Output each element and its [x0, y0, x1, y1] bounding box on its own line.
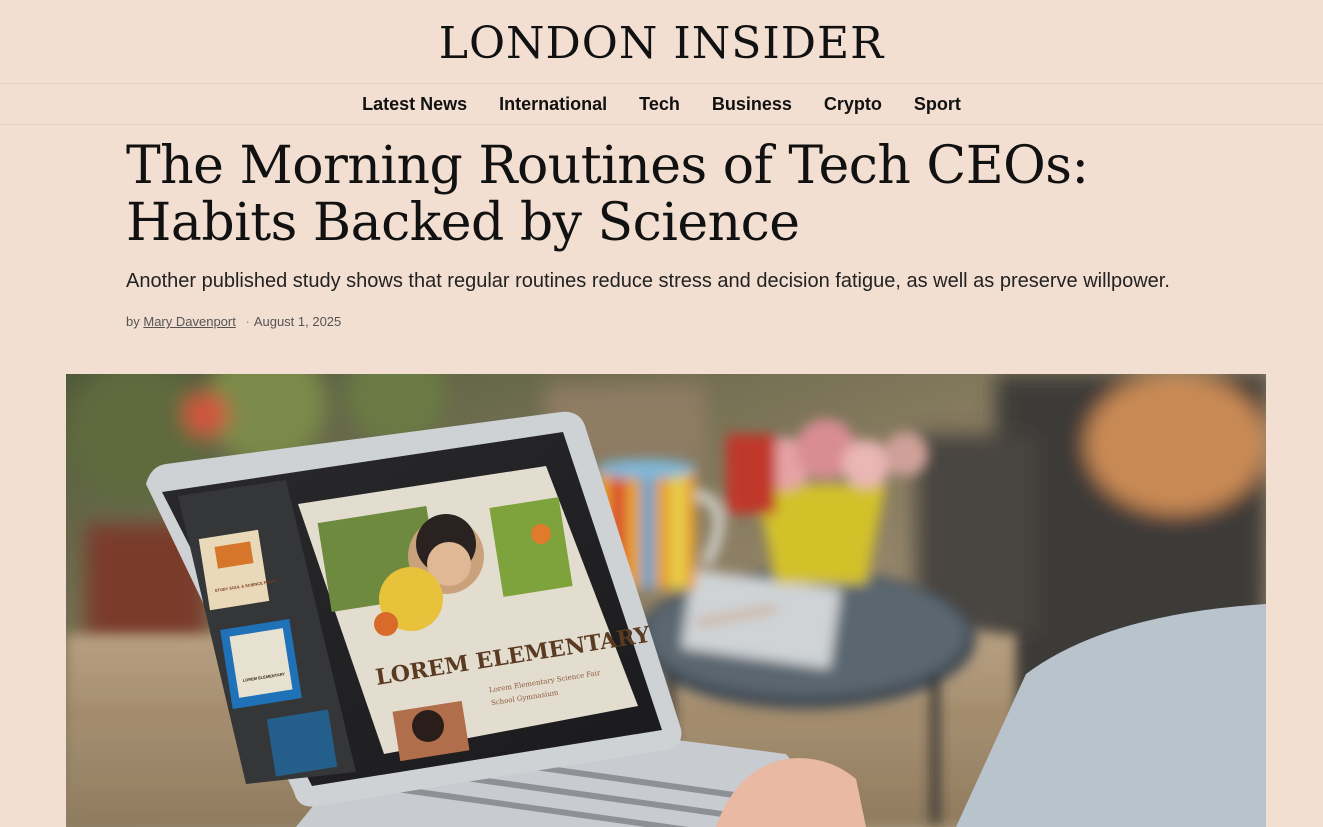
site-logo[interactable]: LONDON INSIDER — [439, 18, 885, 69]
hero-photo-laptop: LOREM ELEMENTARY Lorem Elementary Scienc… — [66, 374, 1266, 827]
main-nav: Latest News International Tech Business … — [0, 84, 1323, 125]
byline: by Mary Davenport · August 1, 2025 — [126, 314, 1186, 329]
nav-item-business[interactable]: Business — [696, 94, 808, 115]
article-headline: The Morning Routines of Tech CEOs: Habit… — [126, 136, 1089, 253]
nav-item-international[interactable]: International — [483, 94, 623, 115]
author-link[interactable]: Mary Davenport — [143, 314, 235, 329]
byline-prefix: by — [126, 314, 140, 329]
nav-item-sport[interactable]: Sport — [898, 94, 977, 115]
masthead: LONDON INSIDER — [0, 0, 1323, 84]
hero-image: LOREM ELEMENTARY Lorem Elementary Scienc… — [66, 374, 1266, 827]
article-standfirst: Another published study shows that regul… — [126, 270, 1170, 292]
article-header: The Morning Routines of Tech CEOs: Habit… — [126, 136, 1186, 330]
publish-date: August 1, 2025 — [253, 314, 342, 329]
nav-item-latest-news[interactable]: Latest News — [346, 94, 483, 115]
nav-item-tech[interactable]: Tech — [623, 94, 696, 115]
byline-separator: · — [245, 314, 250, 329]
nav-item-crypto[interactable]: Crypto — [808, 94, 898, 115]
